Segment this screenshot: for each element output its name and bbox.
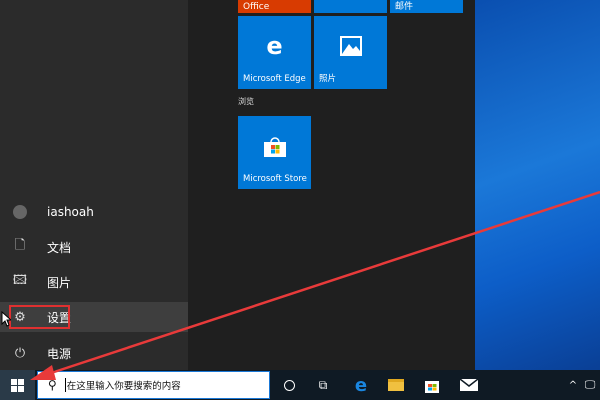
mouse-cursor-icon (1, 311, 11, 327)
annotation-arrow (30, 190, 600, 380)
